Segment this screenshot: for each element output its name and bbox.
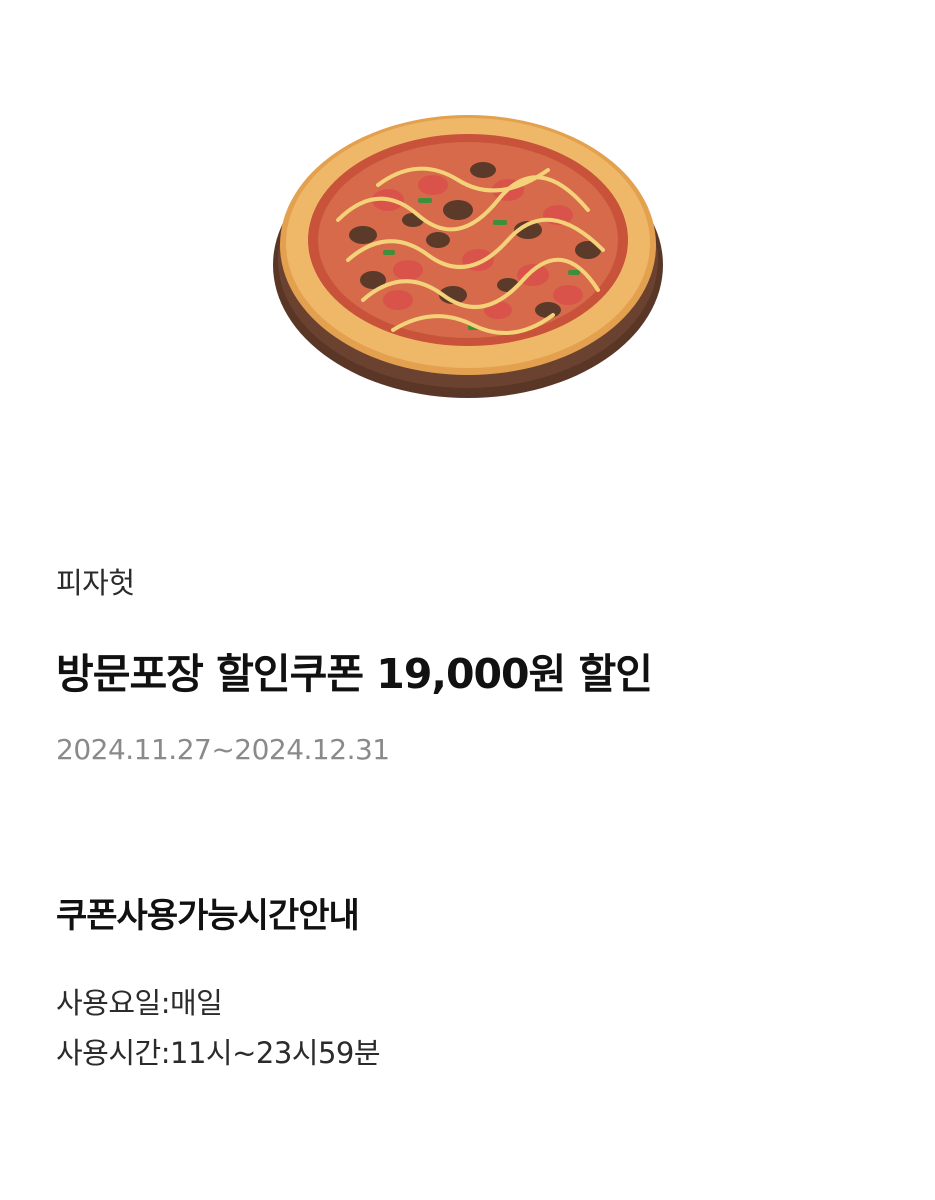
pizza-image bbox=[273, 115, 663, 398]
usage-info-heading: 쿠폰사용가능시간안내 bbox=[56, 896, 360, 936]
validity-period: 2024.11.27~2024.12.31 bbox=[56, 733, 390, 766]
brand-name: 피자헛 bbox=[56, 566, 135, 600]
usage-days: 사용요일:매일 bbox=[56, 986, 223, 1020]
coupon-title: 방문포장 할인쿠폰 19,000원 할인 bbox=[56, 650, 653, 698]
usage-hours: 사용시간:11시~23시59분 bbox=[56, 1036, 381, 1070]
